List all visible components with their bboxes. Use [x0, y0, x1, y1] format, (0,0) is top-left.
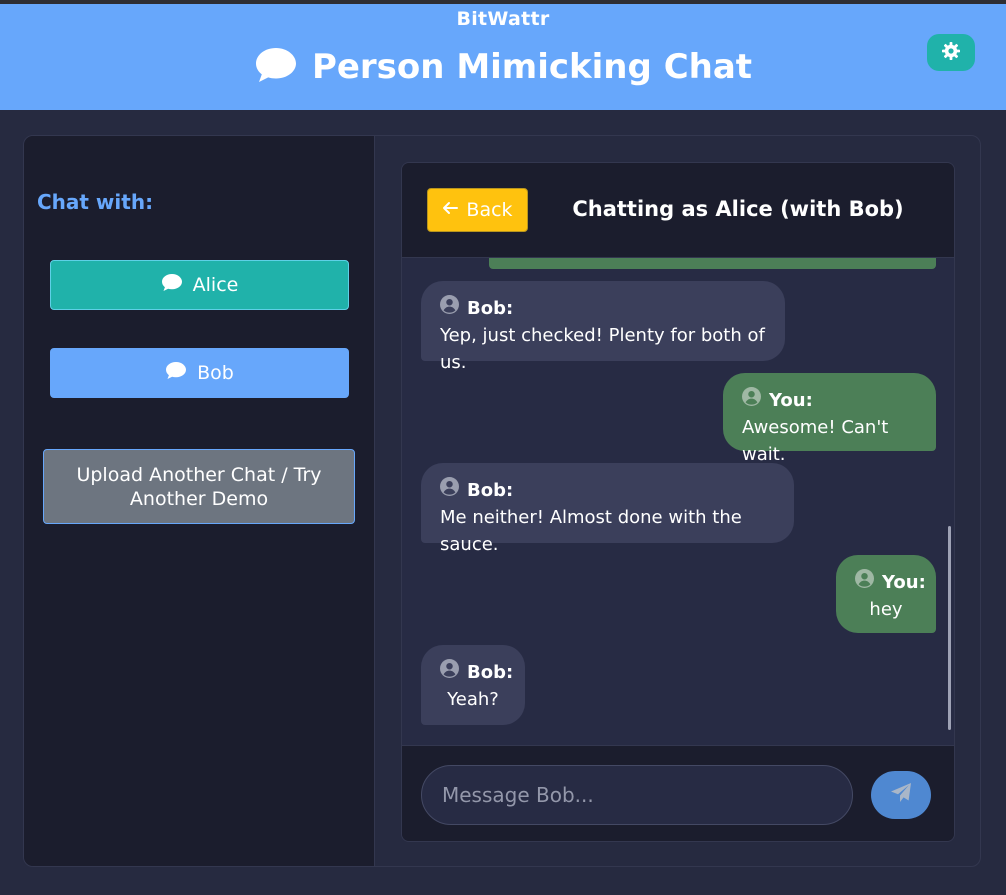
- user-circle-icon: [440, 659, 459, 686]
- page-title-row: Person Mimicking Chat: [0, 46, 1006, 88]
- message-sender: Bob:: [467, 298, 514, 319]
- message-text: Me neither! Almost done with the sauce.: [440, 507, 742, 555]
- upload-another-chat-button[interactable]: Upload Another Chat / Try Another Demo: [43, 449, 355, 524]
- message-list: Bob: Yep, just checked! Plenty for both …: [402, 258, 954, 745]
- message-input[interactable]: [421, 765, 853, 825]
- app-container: Chat with: Alice Bob Upload Another Chat…: [23, 135, 981, 867]
- back-button[interactable]: Back: [427, 188, 528, 232]
- sidebar: Chat with: Alice Bob Upload Another Chat…: [24, 136, 375, 866]
- chat-bubble-icon: [254, 46, 298, 88]
- user-circle-icon: [440, 477, 459, 504]
- message-sender: Bob:: [467, 662, 514, 683]
- chat-header: Back Chatting as Alice (with Bob): [402, 163, 954, 258]
- user-circle-icon: [855, 569, 874, 596]
- contact-label: Bob: [197, 362, 234, 384]
- brand-name: BitWattr: [456, 8, 550, 30]
- arrow-left-icon: [442, 199, 459, 221]
- gear-icon: [941, 41, 961, 65]
- chat-title: Chatting as Alice (with Bob): [572, 197, 904, 221]
- chat-panel: Back Chatting as Alice (with Bob) Bob: Y…: [401, 162, 955, 842]
- back-label: Back: [466, 199, 513, 221]
- message-bubble-bot: Bob: Me neither! Almost done with the sa…: [421, 463, 794, 555]
- paper-plane-icon: [890, 782, 912, 808]
- message-text: Awesome! Can't wait.: [742, 417, 889, 465]
- message-sender: You:: [882, 572, 926, 593]
- sidebar-heading: Chat with:: [37, 190, 154, 214]
- contact-button-bob[interactable]: Bob: [50, 348, 349, 398]
- chat-bubble-icon: [161, 273, 183, 297]
- app-header: BitWattr Person Mimicking Chat: [0, 4, 1006, 110]
- message-text: hey: [869, 599, 903, 620]
- message-list-scrollbar[interactable]: [948, 526, 951, 730]
- settings-button[interactable]: [927, 34, 975, 71]
- message-bubble-bot: Bob: Yeah?: [421, 645, 525, 725]
- message-bubble-bot: Bob: Yep, just checked! Plenty for both …: [421, 281, 785, 373]
- message-sender: You:: [769, 390, 813, 411]
- message-bubble-user: You: hey: [836, 555, 936, 633]
- user-circle-icon: [440, 295, 459, 322]
- message-sender: Bob:: [467, 480, 514, 501]
- chat-bubble-icon: [165, 361, 187, 385]
- send-button[interactable]: [871, 771, 931, 819]
- contact-button-alice[interactable]: Alice: [50, 260, 349, 310]
- message-text: Yep, just checked! Plenty for both of us…: [440, 325, 765, 373]
- contact-label: Alice: [192, 274, 239, 296]
- user-circle-icon: [742, 387, 761, 414]
- message-bubble-user: You: Awesome! Can't wait.: [723, 373, 936, 465]
- page-title: Person Mimicking Chat: [311, 47, 753, 87]
- message-composer: [402, 745, 954, 841]
- message-bubble-partial: [489, 258, 936, 269]
- message-text: Yeah?: [447, 689, 499, 710]
